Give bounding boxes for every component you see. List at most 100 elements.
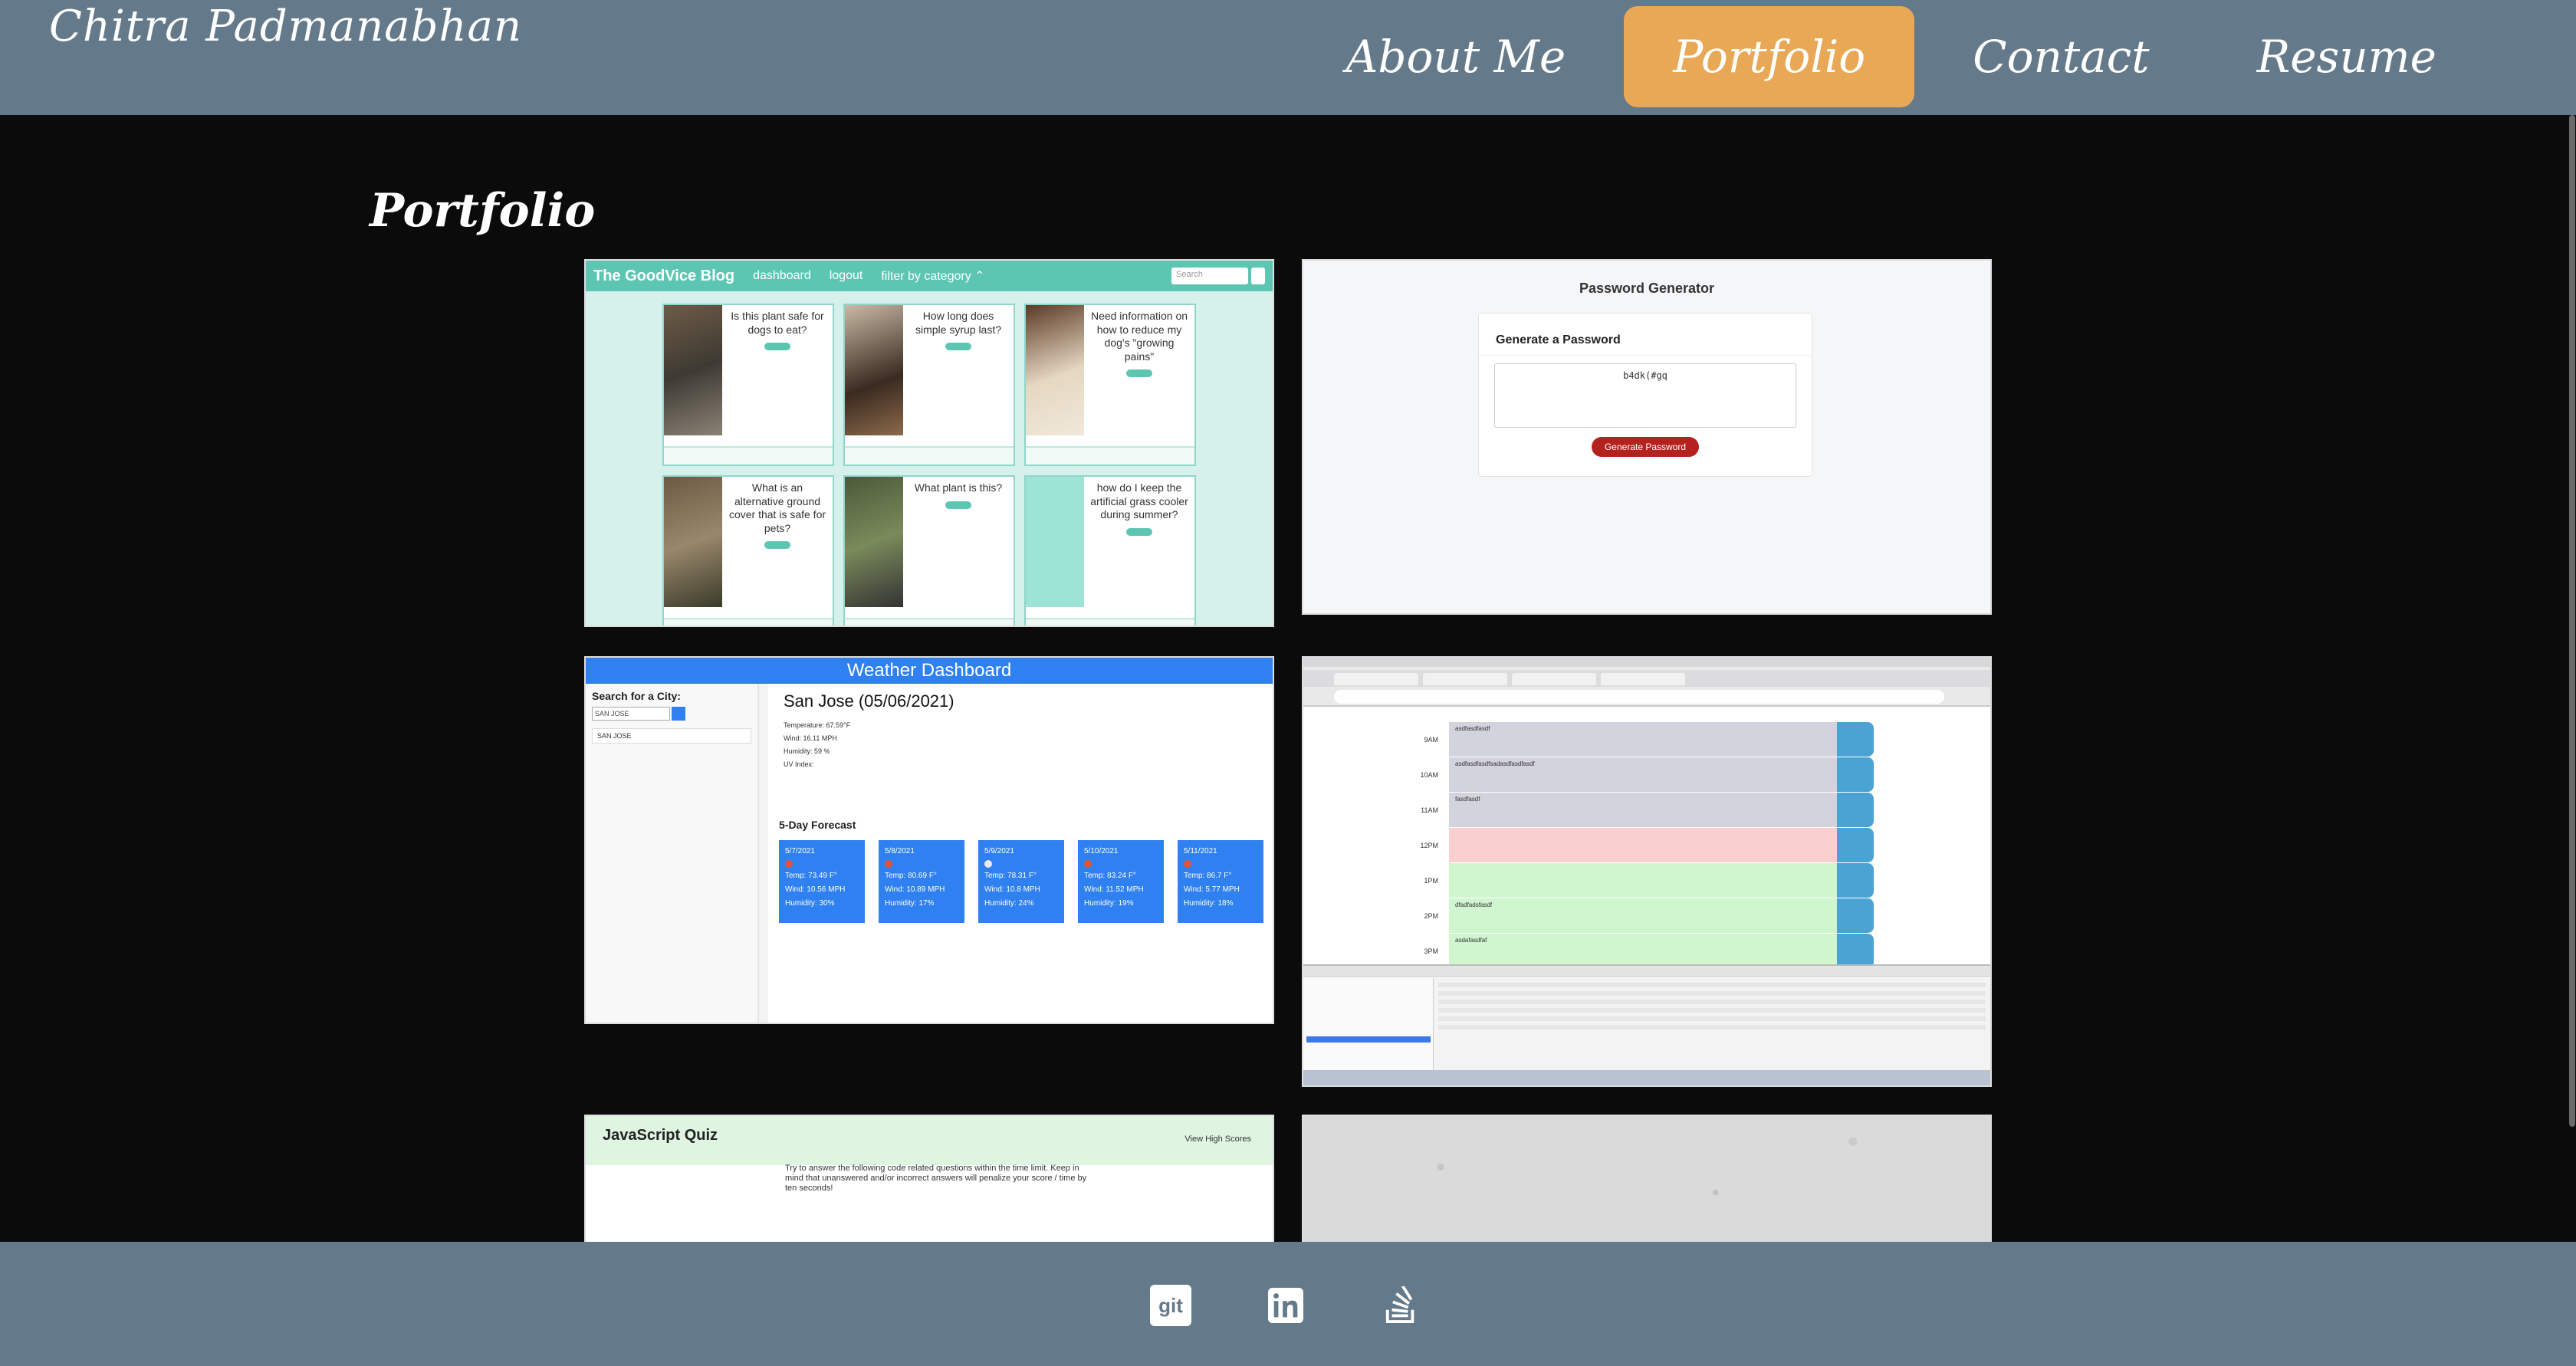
- devtools-tabs: [1303, 966, 1990, 977]
- post-title: Need information on how to reduce my dog…: [1090, 310, 1188, 363]
- address-bar: [1334, 690, 1944, 704]
- schedule-row: 9AM asdfasdfasdf: [1303, 722, 1990, 757]
- blog-card-grid: Is this plant safe for dogs to eat? How …: [662, 304, 1199, 626]
- hour-label: 12PM: [1420, 842, 1438, 849]
- post-footer: [664, 618, 833, 626]
- wd-sidebar: Search for a City: SAN JOSE SAN JOSE: [586, 684, 759, 1023]
- project-tile-6[interactable]: [1302, 1115, 1992, 1242]
- blog-card: Is this plant safe for dogs to eat?: [662, 304, 834, 466]
- site-footer: git: [0, 1242, 2576, 1366]
- wd-humidity: Humidity: 18%: [1184, 899, 1234, 908]
- blog-nav-link: filter by category ⌃: [881, 270, 985, 283]
- linkedin-icon[interactable]: [1265, 1285, 1306, 1326]
- schedule-row: 2PM dfadfadsfasdf: [1303, 898, 1990, 934]
- blog-nav-link: logout: [829, 269, 863, 282]
- save-icon: [1837, 934, 1874, 968]
- stackoverflow-icon[interactable]: [1380, 1285, 1421, 1326]
- schedule-rows: 9AM asdfasdfasdf 10AM asdfasdfasdfsadasdfa…: [1303, 722, 1990, 969]
- hour-label: 9AM: [1424, 736, 1438, 744]
- event-text: dfadfadsfasdf: [1449, 898, 1837, 933]
- hour-label: 10AM: [1420, 771, 1438, 779]
- wd-wind: Wind: 11.52 MPH: [1084, 885, 1144, 894]
- post-image: [664, 305, 722, 435]
- project-tile-day-scheduler[interactable]: 9AM asdfasdfasdf 10AM asdfasdfasdfsadasdfa…: [1302, 656, 1992, 1087]
- event-text: fasdfasdf: [1449, 793, 1837, 827]
- project-tile-blog[interactable]: The GoodVice Blog dashboard logout filte…: [584, 259, 1274, 627]
- post-tag: [764, 541, 790, 549]
- wd-forecast-day: 5/9/2021 Temp: 78.31 F° Wind: 10.8 MPH Humi…: [978, 840, 1064, 923]
- save-icon: [1837, 863, 1874, 898]
- event-text: [1449, 863, 1837, 898]
- git-icon[interactable]: git: [1150, 1285, 1191, 1326]
- pg-generate-button: Generate Password: [1592, 437, 1699, 457]
- wd-main: San Jose (05/06/2021) Temperature: 67.59…: [768, 684, 1273, 1023]
- placeholder-image-icon: [1026, 477, 1084, 607]
- blog-card: What plant is this?: [843, 475, 1015, 626]
- wd-current-city: San Jose (05/06/2021): [784, 691, 955, 711]
- wd-temp: Temp: 78.31 F°: [984, 872, 1037, 880]
- site-name[interactable]: Chitra Padmanabhan: [49, 2, 522, 51]
- weather-icon: [1184, 860, 1191, 868]
- post-title: How long does simple syrup last?: [915, 310, 1002, 336]
- save-icon: [1837, 757, 1874, 792]
- nav-contact[interactable]: Contact: [1924, 6, 2198, 107]
- pg-output: b4dk(#gq: [1494, 363, 1796, 428]
- portfolio-section: Portfolio The GoodVice Blog dashboard lo…: [0, 115, 2568, 1242]
- main-nav: About Me Portfolio Contact Resume: [1287, 6, 2486, 107]
- save-icon: [1837, 722, 1874, 757]
- quiz-header: JavaScript Quiz View High Scores: [586, 1116, 1273, 1165]
- post-image: [845, 477, 903, 607]
- wd-wind: Wind: 10.89 MPH: [885, 885, 945, 894]
- project-tile-javascript-quiz[interactable]: JavaScript Quiz View High Scores Try to …: [584, 1115, 1274, 1242]
- weather-icon: [785, 860, 793, 868]
- wd-date: 5/10/2021: [1084, 847, 1119, 855]
- post-footer: [1026, 618, 1194, 626]
- wd-search-label: Search for a City:: [592, 690, 681, 702]
- pg-title: Password Generator: [1579, 281, 1715, 296]
- wd-stat: Temperature: 67.59°F: [784, 721, 851, 729]
- wd-forecast-day: 5/11/2021 Temp: 86.7 F° Wind: 5.77 MPH Humi…: [1178, 840, 1263, 923]
- post-tag: [1126, 369, 1152, 377]
- blog-navbar: The GoodVice Blog dashboard logout filte…: [586, 261, 1273, 291]
- devtools-panel: [1303, 964, 1990, 1085]
- nav-portfolio[interactable]: Portfolio: [1624, 6, 1915, 107]
- project-tile-password-generator[interactable]: Password Generator Generate a Password b…: [1302, 259, 1992, 615]
- devtools-sidebar: [1303, 978, 1434, 1072]
- post-image: [664, 477, 722, 607]
- blog-nav-link: dashboard: [753, 269, 811, 282]
- wd-stat: UV Index:: [784, 760, 814, 768]
- schedule-row: 12PM: [1303, 828, 1990, 863]
- project-tile-weather-dashboard[interactable]: Weather Dashboard Search for a City: SAN…: [584, 656, 1274, 1024]
- wd-temp: Temp: 73.49 F°: [785, 872, 837, 880]
- project-image: [1303, 1116, 1990, 1242]
- nav-about-me[interactable]: About Me: [1296, 6, 1615, 107]
- wd-stat: Humidity: 59 %: [784, 747, 830, 755]
- wd-temp: Temp: 86.7 F°: [1184, 872, 1232, 880]
- wd-date: 5/9/2021: [984, 847, 1014, 855]
- blog-card: How long does simple syrup last?: [843, 304, 1015, 466]
- wd-humidity: Humidity: 19%: [1084, 899, 1134, 908]
- weather-icon: [1084, 860, 1092, 868]
- hour-label: 11AM: [1421, 806, 1438, 814]
- wd-title: Weather Dashboard: [586, 658, 1273, 684]
- wd-temp: Temp: 83.24 F°: [1084, 872, 1136, 880]
- wd-temp: Temp: 80.69 F°: [885, 872, 937, 880]
- wd-stat: Wind: 16.11 MPH: [784, 734, 837, 742]
- post-title: Is this plant safe for dogs to eat?: [731, 310, 824, 336]
- wd-search-input: SAN JOSE: [592, 707, 670, 721]
- nav-resume[interactable]: Resume: [2208, 6, 2486, 107]
- schedule-row: 1PM: [1303, 863, 1990, 898]
- site-header: Chitra Padmanabhan About Me Portfolio Co…: [0, 0, 2576, 115]
- post-title: What plant is this?: [914, 481, 1003, 494]
- browser-tabs: [1303, 670, 1990, 687]
- hour-label: 3PM: [1424, 947, 1438, 955]
- wd-search-icon: [672, 707, 685, 721]
- event-text: asdfasdfasdfsadasdfasdfasdf: [1449, 757, 1837, 792]
- wd-date: 5/11/2021: [1184, 847, 1217, 855]
- scrollbar[interactable]: [2568, 115, 2576, 1242]
- post-tag: [764, 343, 790, 350]
- wd-humidity: Humidity: 30%: [785, 899, 835, 908]
- wd-forecast-day: 5/10/2021 Temp: 83.24 F° Wind: 11.52 MPH Hu…: [1078, 840, 1164, 923]
- scrollbar-thumb[interactable]: [2569, 115, 2575, 1127]
- post-tag: [945, 501, 971, 509]
